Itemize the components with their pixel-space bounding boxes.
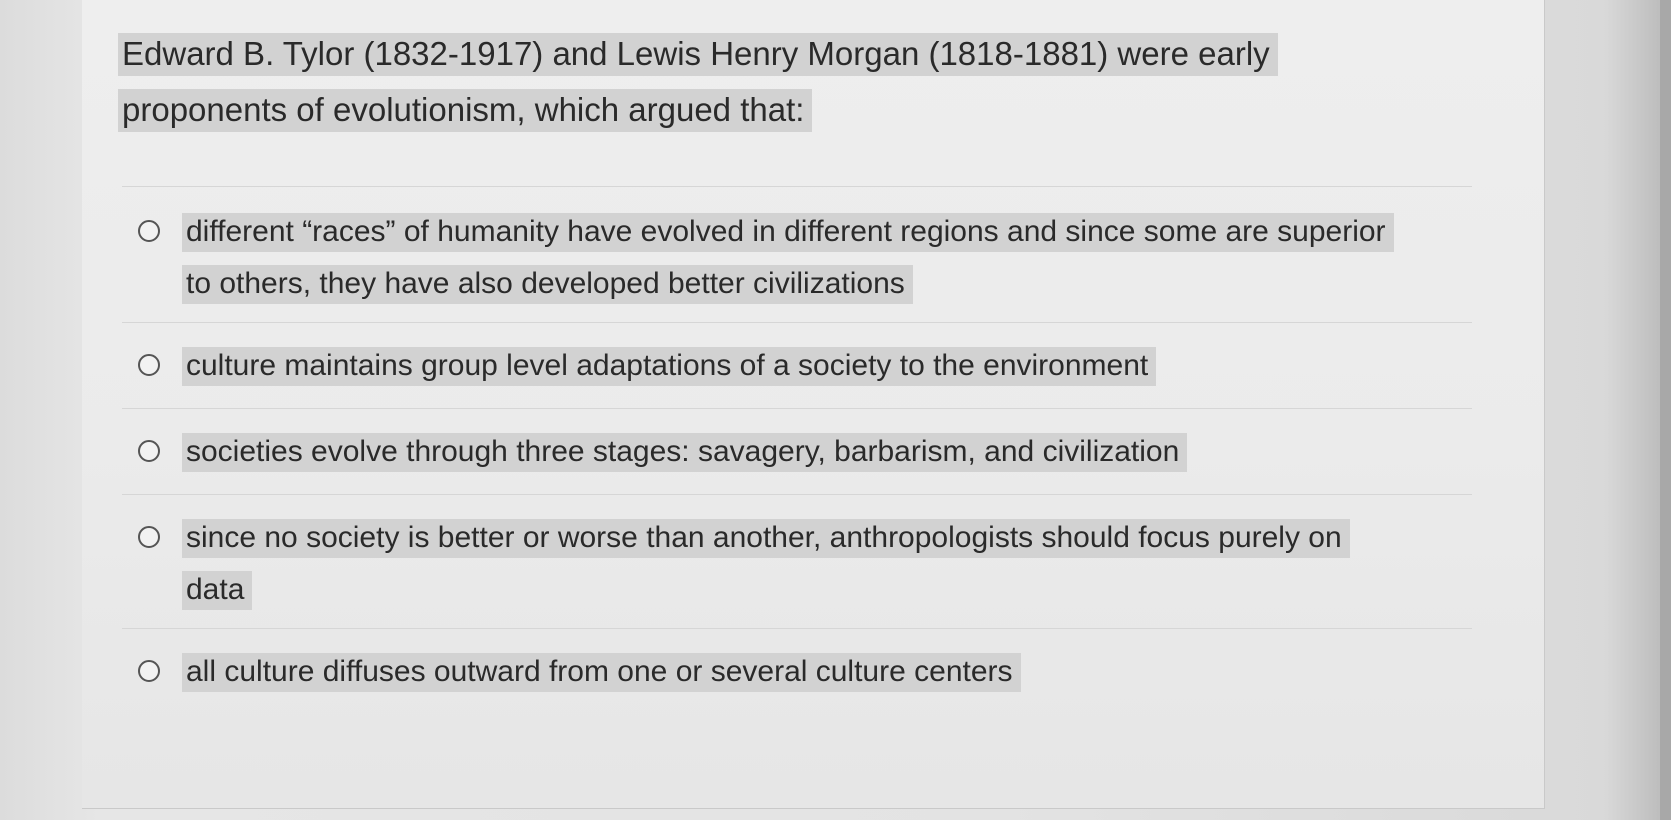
option-label: since no society is better or worse than… [182, 519, 1350, 610]
radio-button[interactable] [138, 440, 160, 462]
question-text: Edward B. Tylor (1832-1917) and Lewis He… [118, 33, 1278, 132]
answer-option-3[interactable]: societies evolve through three stages: s… [138, 426, 1438, 478]
radio-button[interactable] [138, 660, 160, 682]
divider [122, 628, 1472, 629]
option-label: culture maintains group level adaptation… [182, 347, 1157, 386]
question-prompt: Edward B. Tylor (1832-1917) and Lewis He… [118, 26, 1418, 138]
divider [122, 408, 1472, 409]
divider [122, 494, 1472, 495]
divider [122, 322, 1472, 323]
divider [122, 186, 1472, 187]
answer-option-1[interactable]: different “races” of humanity have evolv… [138, 206, 1438, 310]
radio-button[interactable] [138, 220, 160, 242]
answer-option-4[interactable]: since no society is better or worse than… [138, 512, 1438, 616]
radio-button[interactable] [138, 526, 160, 548]
radio-button[interactable] [138, 354, 160, 376]
window-edge [1660, 0, 1671, 820]
answer-option-5[interactable]: all culture diffuses outward from one or… [138, 646, 1438, 698]
answer-option-2[interactable]: culture maintains group level adaptation… [138, 340, 1438, 392]
option-label: societies evolve through three stages: s… [182, 433, 1188, 472]
option-label: all culture diffuses outward from one or… [182, 653, 1021, 692]
option-label: different “races” of humanity have evolv… [182, 213, 1394, 304]
